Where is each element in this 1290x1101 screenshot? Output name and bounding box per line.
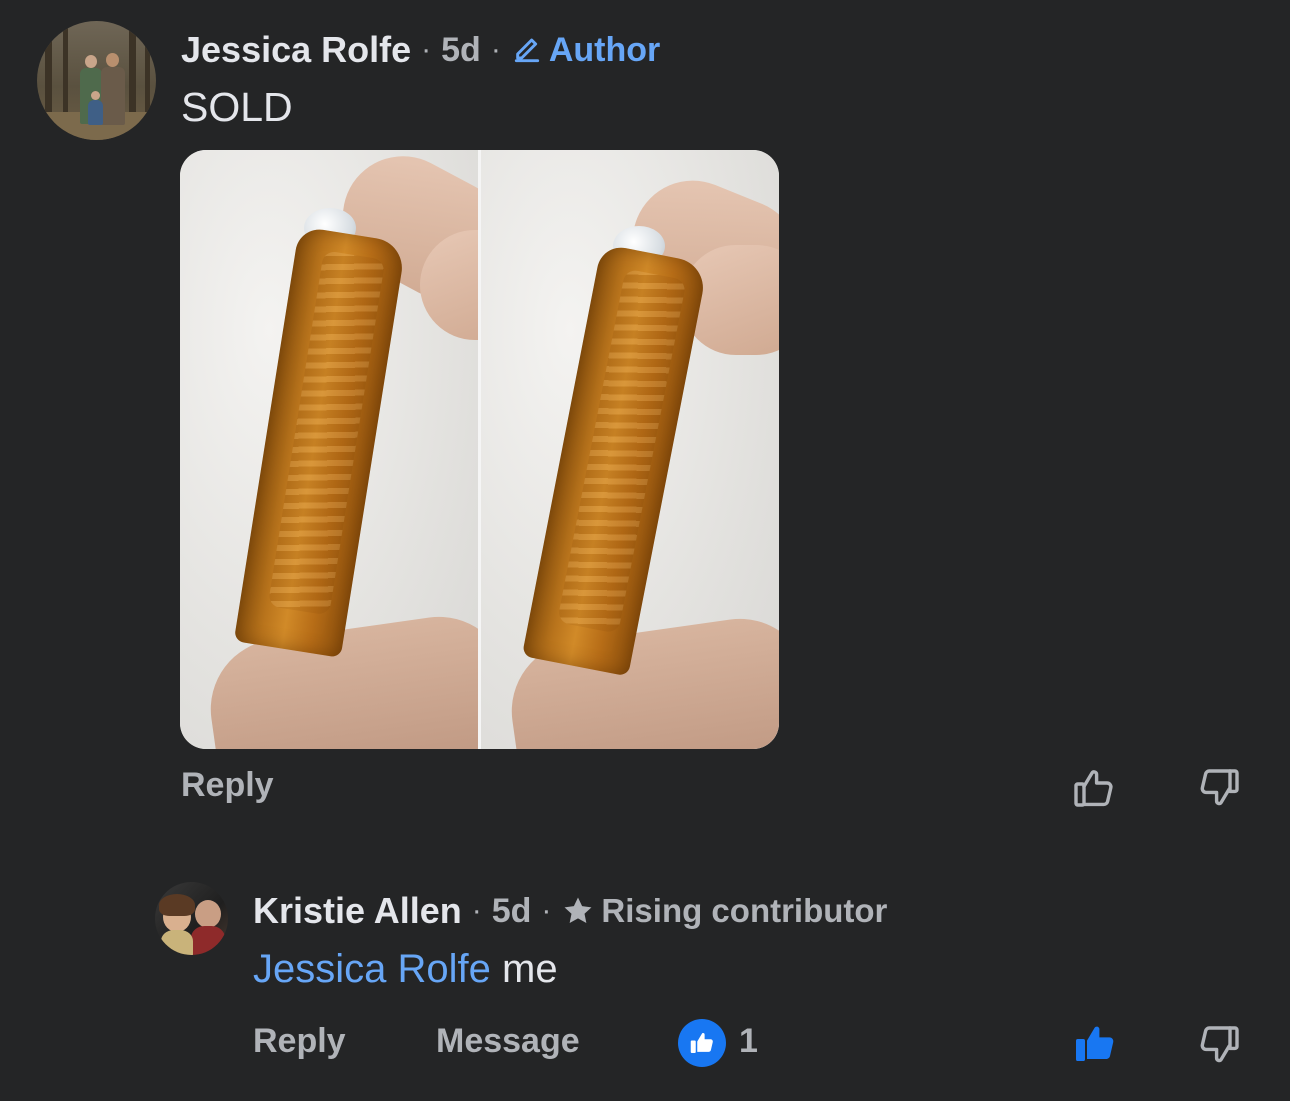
separator: · <box>471 894 482 927</box>
reply-button[interactable]: Reply <box>253 1022 346 1061</box>
author-badge-label: Author <box>548 30 661 69</box>
comment-text: Jessica Rolfe me <box>253 947 558 992</box>
rising-contributor-badge: Rising contributor <box>561 892 887 930</box>
author-badge: Author <box>511 31 660 70</box>
like-button[interactable] <box>1071 764 1119 812</box>
comment-header: Jessica Rolfe · 5d · Author <box>181 28 660 72</box>
dislike-button[interactable] <box>1195 1021 1243 1069</box>
comment-text: SOLD <box>181 84 293 130</box>
thumbs-up-filled-icon <box>1076 1026 1114 1061</box>
star-icon <box>564 897 592 924</box>
message-button[interactable]: Message <box>436 1022 580 1061</box>
avatar-jessica-rolfe[interactable] <box>37 21 156 140</box>
like-reaction-badge[interactable] <box>678 1019 726 1067</box>
avatar-kristie-allen[interactable] <box>155 882 228 955</box>
comment-photo[interactable] <box>180 150 779 749</box>
separator: · <box>421 33 432 66</box>
author-name[interactable]: Jessica Rolfe <box>181 29 411 71</box>
thumbs-up-icon <box>1074 770 1113 807</box>
timestamp[interactable]: 5d <box>441 31 481 70</box>
mention-link[interactable]: Jessica Rolfe <box>253 947 491 991</box>
dislike-button[interactable] <box>1195 764 1243 812</box>
separator: · <box>490 33 501 66</box>
like-button-active[interactable] <box>1071 1019 1119 1067</box>
author-name[interactable]: Kristie Allen <box>253 890 462 932</box>
thumbs-down-icon <box>1200 1026 1239 1063</box>
rising-contributor-label: Rising contributor <box>601 892 888 929</box>
thumbs-down-icon <box>1200 769 1239 806</box>
thumbs-up-icon <box>690 1033 713 1053</box>
comment-body: me <box>502 947 558 991</box>
pencil-icon <box>514 38 539 63</box>
comment-header: Kristie Allen · 5d · Rising contributor <box>253 889 887 933</box>
timestamp[interactable]: 5d <box>492 892 532 931</box>
like-count: 1 <box>739 1022 758 1060</box>
reply-button[interactable]: Reply <box>181 766 274 805</box>
separator: · <box>541 894 552 927</box>
